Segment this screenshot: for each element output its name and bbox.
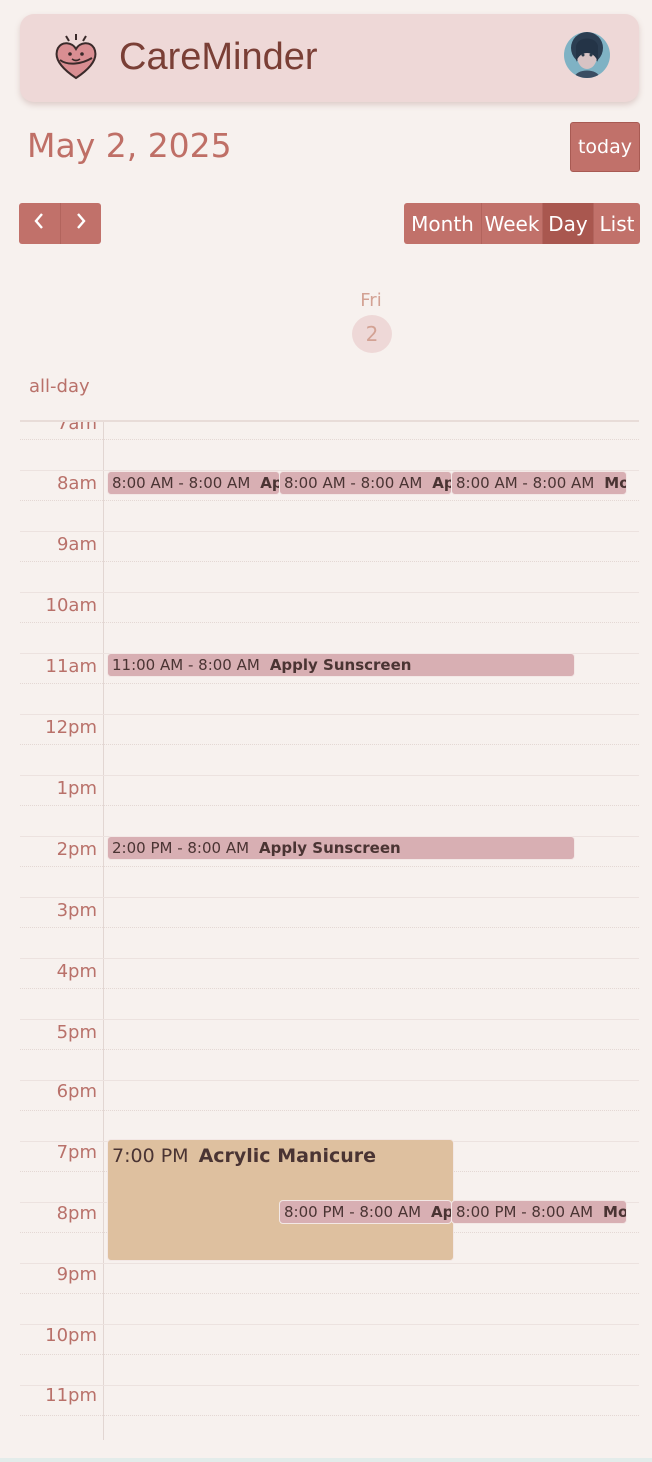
next-button[interactable] [59,203,101,244]
app-title: CareMinder [119,36,318,78]
hour-label: 9am [56,534,97,555]
half-hour-line [20,927,639,928]
bottom-edge [0,1458,652,1462]
event-title: Apply Sunscreen [431,1203,452,1221]
hour-label: 7pm [56,1142,97,1163]
half-hour-line [20,1293,639,1294]
event-title: Apply Sunscreen [432,474,451,492]
event-time: 8:00 PM - 8:00 AM [456,1203,594,1221]
event-time: 2:00 PM - 8:00 AM [112,839,250,857]
day-time-grid: 7am 8am 9am 10am 11am 12pm 1pm 2pm 3pm 4… [20,420,639,1440]
today-button[interactable]: today [570,122,640,172]
half-hour-line [20,866,639,867]
all-day-label: all-day [29,376,90,397]
view-list-button[interactable]: List [594,203,640,244]
calendar-event[interactable]: 11:00 AM - 8:00 AM Apply Sunscreen [107,653,575,677]
hour-line [20,714,639,715]
hour-label: 5pm [56,1022,97,1043]
calendar-event[interactable]: 8:00 PM - 8:00 AM Apply Sunscreen [279,1200,452,1224]
hour-label: 8pm [56,1203,97,1224]
hour-line [20,531,639,532]
event-title: Apply Sunscreen [259,839,401,857]
view-day-button[interactable]: Day [543,203,594,244]
hour-line [20,1385,639,1386]
view-month-button[interactable]: Month [404,203,482,244]
day-name: Fri [360,290,382,311]
day-number[interactable]: 2 [352,315,392,353]
calendar-event[interactable]: 2:00 PM - 8:00 AM Apply Sunscreen [107,836,575,860]
half-hour-line [20,744,639,745]
hour-label: 9pm [56,1264,97,1285]
date-title: May 2, 2025 [27,126,232,165]
half-hour-line [20,622,639,623]
hour-label: 10am [45,595,97,616]
hour-line [20,1080,639,1081]
view-switcher: Month Week Day List [404,203,640,244]
calendar-event[interactable]: 8:00 PM - 8:00 AM Moisturize [451,1200,627,1224]
hour-label: 6pm [56,1081,97,1102]
half-hour-line [20,1415,639,1416]
user-avatar-icon[interactable] [564,32,610,78]
app-header: CareMinder [20,14,639,102]
time-axis-divider [103,422,104,1440]
event-title: Acrylic Manicure [198,1145,377,1167]
event-title: Moisturize [603,1203,627,1221]
half-hour-line [20,1354,639,1355]
chevron-left-icon [33,211,45,236]
prev-button[interactable] [19,203,60,244]
calendar-event[interactable]: 8:00 AM - 8:00 AM Moisturize [451,471,627,495]
event-time: 8:00 AM - 8:00 AM [284,474,423,492]
hour-label: 11pm [45,1385,97,1406]
calendar-event[interactable]: 8:00 AM - 8:00 AM Apply Sunscreen [279,471,452,495]
hour-label: 10pm [45,1325,97,1346]
hour-label: 3pm [56,900,97,921]
heart-hug-logo-icon[interactable] [52,32,100,82]
half-hour-line [20,988,639,989]
hour-line [20,1019,639,1020]
half-hour-line [20,683,639,684]
event-time: 8:00 AM - 8:00 AM [112,474,251,492]
hour-label: 12pm [45,717,97,738]
hour-line [20,592,639,593]
date-navigation [19,203,101,244]
chevron-right-icon [75,211,87,236]
event-title: Apply Sunscreen [260,474,279,492]
event-time: 7:00 PM [112,1145,189,1167]
calendar-event[interactable]: 8:00 AM - 8:00 AM Apply Sunscreen [107,471,280,495]
hour-line [20,1324,639,1325]
half-hour-line [20,500,639,501]
hour-label: 8am [56,473,97,494]
event-title: Moisturize [604,474,627,492]
hour-line [20,897,639,898]
half-hour-line [20,805,639,806]
half-hour-line [20,1110,639,1111]
hour-label: 1pm [56,778,97,799]
hour-label: 2pm [56,839,97,860]
view-week-button[interactable]: Week [482,203,543,244]
event-time: 11:00 AM - 8:00 AM [112,656,260,674]
half-hour-line [20,439,639,440]
hour-line [20,1263,639,1264]
hour-label: 4pm [56,961,97,982]
half-hour-line [20,561,639,562]
event-title: Apply Sunscreen [269,656,412,674]
hour-line [20,775,639,776]
event-time: 8:00 AM - 8:00 AM [456,474,595,492]
half-hour-line [20,1049,639,1050]
hour-label: 7am [56,420,97,434]
hour-line [20,958,639,959]
hour-label: 11am [45,656,97,677]
event-time: 8:00 PM - 8:00 AM [284,1203,422,1221]
